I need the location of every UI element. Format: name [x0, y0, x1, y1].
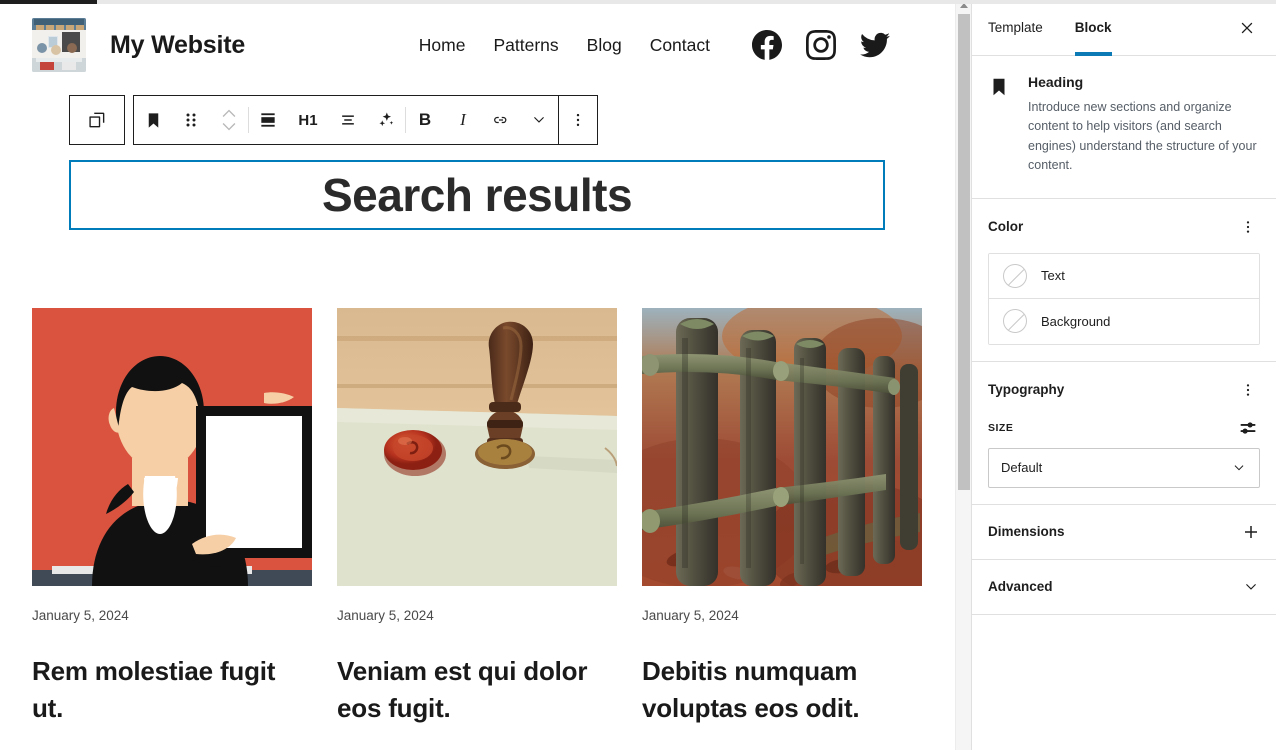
tab-template[interactable]: Template — [972, 0, 1059, 56]
nav-link-blog[interactable]: Blog — [587, 35, 622, 56]
typography-section-title: Typography — [988, 382, 1064, 397]
tab-block[interactable]: Block — [1059, 0, 1128, 56]
color-row-background[interactable]: Background — [989, 299, 1259, 344]
post-grid: January 5, 2024 Rem molestiae fugit ut. — [32, 308, 924, 727]
color-section-header: Color — [988, 215, 1260, 239]
text-color-swatch-icon — [1003, 264, 1027, 288]
post-card: January 5, 2024 Veniam est qui dolor eos… — [337, 308, 617, 727]
advanced-panel[interactable]: Advanced — [972, 560, 1276, 615]
typography-size-label: SIZE — [988, 422, 1013, 434]
close-settings-icon[interactable] — [1232, 13, 1262, 43]
dimensions-panel[interactable]: Dimensions — [972, 505, 1276, 560]
block-info-card: Heading Introduce new sections and organ… — [972, 56, 1276, 199]
move-block-updown-icon[interactable] — [210, 96, 248, 144]
sidebar-tabs: Template Block — [972, 0, 1276, 56]
post-date: January 5, 2024 — [32, 608, 312, 623]
select-parent-block-icon[interactable] — [78, 96, 116, 144]
chevron-down-icon — [1242, 578, 1260, 596]
color-options-more-options-icon[interactable] — [1236, 215, 1260, 239]
canvas-scroll-thumb[interactable] — [958, 14, 970, 490]
bold-button[interactable]: B — [406, 96, 444, 144]
social-links — [752, 30, 890, 60]
block-align-icon[interactable] — [249, 96, 287, 144]
advanced-title: Advanced — [988, 579, 1053, 594]
loading-progress-fill — [0, 0, 97, 4]
canvas-scrollbar[interactable] — [955, 0, 971, 750]
font-size-value: Default — [1001, 460, 1042, 475]
settings-sliders-icon[interactable] — [1236, 416, 1260, 440]
select-parent-block-panel — [69, 95, 125, 145]
post-featured-image[interactable] — [32, 308, 312, 586]
drag-handle-icon[interactable] — [172, 96, 210, 144]
editor-canvas: My Website Home Patterns Blog Contact — [0, 0, 972, 750]
color-row-text[interactable]: Text — [989, 254, 1259, 299]
toolbar-group-layout: H1 — [249, 96, 405, 144]
post-featured-image[interactable] — [337, 308, 617, 586]
dimensions-title: Dimensions — [988, 524, 1065, 539]
toolbar-group-block — [134, 96, 248, 144]
loading-progress-bar — [0, 0, 1276, 4]
color-section: Color Text Background — [972, 199, 1276, 362]
nav-link-home[interactable]: Home — [419, 35, 466, 56]
selected-heading-block[interactable]: Search results — [69, 160, 885, 230]
background-color-swatch-icon — [1003, 309, 1027, 333]
more-options-icon[interactable] — [559, 96, 597, 144]
instagram-icon[interactable] — [806, 30, 836, 60]
site-logo[interactable] — [32, 18, 86, 72]
link-icon[interactable] — [482, 96, 520, 144]
heading-text[interactable]: Search results — [322, 172, 632, 218]
block-options-panel — [559, 95, 598, 145]
background-color-label: Background — [1041, 314, 1110, 329]
heading-block-icon[interactable] — [134, 96, 172, 144]
typography-section-header: Typography — [988, 378, 1260, 402]
more-rich-text-chevron-down-icon[interactable] — [520, 96, 558, 144]
typography-size-row: SIZE — [988, 416, 1260, 440]
post-title[interactable]: Veniam est qui dolor eos fugit. — [337, 653, 617, 727]
bold-label: B — [419, 110, 431, 130]
site-title[interactable]: My Website — [110, 31, 245, 60]
twitter-icon[interactable] — [860, 30, 890, 60]
font-size-select[interactable]: Default — [988, 448, 1260, 488]
site-header: My Website Home Patterns Blog Contact — [0, 0, 956, 86]
block-editor-app: My Website Home Patterns Blog Contact — [0, 0, 1276, 750]
italic-button[interactable]: I — [444, 96, 482, 144]
heading-level-button[interactable]: H1 — [287, 96, 329, 144]
nav-link-patterns[interactable]: Patterns — [493, 35, 558, 56]
settings-sidebar: Template Block Heading Introduce new sec… — [972, 0, 1276, 750]
post-card: January 5, 2024 Rem molestiae fugit ut. — [32, 308, 312, 727]
post-title[interactable]: Rem molestiae fugit ut. — [32, 653, 312, 727]
color-section-title: Color — [988, 219, 1023, 234]
typography-options-more-options-icon[interactable] — [1236, 378, 1260, 402]
post-date: January 5, 2024 — [337, 608, 617, 623]
italic-label: I — [460, 110, 466, 130]
block-toolbar: H1 — [69, 95, 598, 145]
post-title[interactable]: Debitis numquam voluptas eos odit. — [642, 653, 922, 727]
heading-level-label: H1 — [298, 112, 317, 129]
sparkle-ai-icon[interactable] — [367, 96, 405, 144]
block-info-text: Heading Introduce new sections and organ… — [1028, 74, 1260, 176]
text-color-label: Text — [1041, 268, 1065, 283]
post-featured-image[interactable] — [642, 308, 922, 586]
site-navigation: Home Patterns Blog Contact — [419, 35, 710, 56]
nav-link-contact[interactable]: Contact — [650, 35, 710, 56]
color-options-list: Text Background — [988, 253, 1260, 345]
post-date: January 5, 2024 — [642, 608, 922, 623]
block-name: Heading — [1028, 74, 1260, 90]
align-text-center-icon[interactable] — [329, 96, 367, 144]
typography-section: Typography SIZE — [972, 362, 1276, 505]
block-description: Introduce new sections and organize cont… — [1028, 98, 1260, 176]
chevron-down-icon — [1231, 460, 1247, 476]
post-card: January 5, 2024 Debitis numquam voluptas… — [642, 308, 922, 727]
toolbar-group-format: B I — [406, 96, 558, 144]
facebook-icon[interactable] — [752, 30, 782, 60]
heading-bookmark-icon — [988, 74, 1012, 176]
plus-icon — [1242, 523, 1260, 541]
block-toolbar-main: H1 — [133, 95, 559, 145]
